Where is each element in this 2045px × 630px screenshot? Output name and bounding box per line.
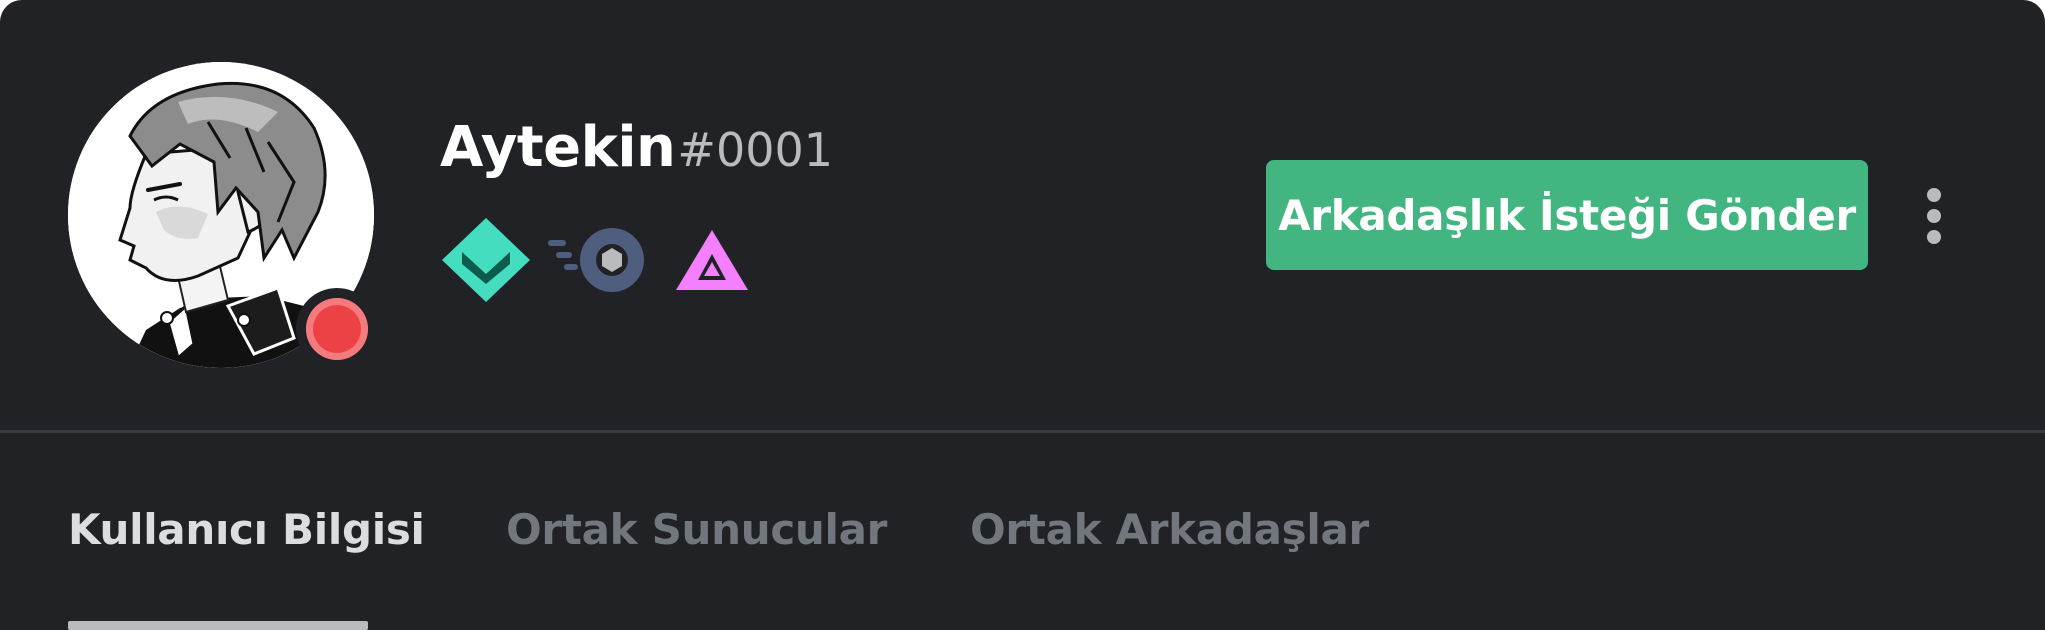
more-dot: [1927, 209, 1941, 223]
user-name-tag[interactable]: Aytekin#0001: [440, 120, 833, 176]
avatar-container: [68, 62, 378, 370]
status-indicator: [296, 288, 378, 370]
user-discriminator: #0001: [677, 123, 834, 177]
profile-tabs: Kullanıcı Bilgisi Ortak Sunucular Ortak …: [0, 433, 2045, 630]
user-profile-card: Aytekin#0001 Arkadaşlık İsteği Gönder Ku…: [0, 0, 2045, 630]
nitro-icon[interactable]: [546, 218, 646, 302]
hypesquad-icon[interactable]: [442, 218, 530, 302]
early-supporter-icon[interactable]: [674, 218, 750, 302]
send-friend-request-button[interactable]: Arkadaşlık İsteği Gönder: [1266, 160, 1868, 270]
more-dot: [1927, 188, 1941, 202]
more-vertical-icon[interactable]: [1912, 180, 1956, 252]
tab-user-info[interactable]: Kullanıcı Bilgisi: [68, 505, 425, 554]
username: Aytekin: [440, 115, 676, 180]
active-tab-indicator: [68, 621, 368, 630]
more-dot: [1927, 230, 1941, 244]
tab-mutual-servers[interactable]: Ortak Sunucular: [506, 505, 887, 554]
dnd-status-icon: [306, 298, 368, 360]
tab-mutual-friends[interactable]: Ortak Arkadaşlar: [970, 505, 1369, 554]
